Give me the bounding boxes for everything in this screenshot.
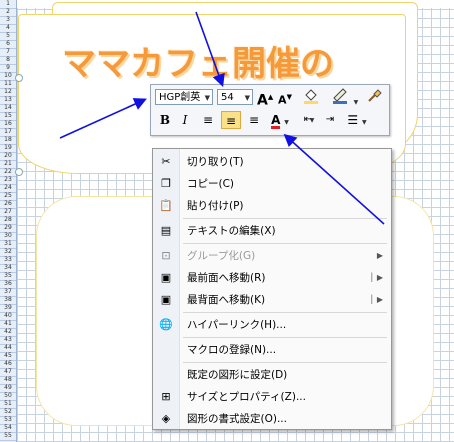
edit-text-icon: ▤ [160, 224, 172, 237]
menu-item-edit-text[interactable]: ▤ テキストの編集(X) [153, 220, 391, 242]
grow-font-button[interactable]: A▲ [257, 88, 273, 109]
chevron-down-icon: ▼ [353, 99, 359, 106]
font-size-dropdown[interactable]: 54 ▼ [217, 89, 253, 105]
fill-color-button[interactable]: ▼ [299, 88, 325, 124]
spreadsheet-canvas: 1 2 3 4 5 6 7 8 9 10 11 12 13 14 15 16 17 18 19 20 21 22 23 24 2… [0, 0, 454, 442]
menu-separator [183, 243, 387, 244]
menu-item-label: 切り取り(T) [187, 156, 244, 168]
font-name-dropdown[interactable]: HGP創英 ▼ [155, 89, 213, 105]
bold-button[interactable]: B [157, 111, 173, 129]
bring-to-front-icon: ▣ [160, 271, 172, 284]
align-left-icon: ≡ [202, 113, 214, 127]
font-color-icon: A [271, 113, 281, 129]
shrink-font-icon: A [278, 93, 287, 107]
line-color-button[interactable]: ▼ [331, 88, 359, 106]
bullets-icon: ☰ [347, 113, 359, 127]
format-painter-button[interactable] [365, 88, 383, 106]
paste-icon: 📋 [159, 199, 173, 212]
send-to-back-icon: ▣ [160, 293, 172, 306]
resize-handle-mid-left[interactable] [15, 74, 23, 82]
menu-item-label: テキストの編集(X) [187, 225, 276, 237]
menu-item-label: ハイパーリンク(H)... [187, 319, 287, 331]
menu-item-label: コピー(C) [187, 178, 235, 190]
font-size-value: 54 [221, 92, 234, 103]
hyperlink-icon: 🌐 [159, 318, 173, 331]
chevron-down-icon: ▼ [284, 119, 289, 126]
menu-item-label: 貼り付け(P) [187, 200, 244, 212]
menu-item-copy[interactable]: ❐ コピー(C) [153, 173, 391, 195]
shape-title-text[interactable]: ママカフェ開催の [62, 36, 334, 85]
menu-item-label: 最背面へ移動(K) [187, 294, 266, 306]
italic-button[interactable]: I [177, 111, 193, 129]
scissors-icon: ✂ [161, 155, 171, 168]
align-center-button[interactable]: ≡ [221, 111, 241, 129]
mini-toolbar: HGP創英 ▼ 54 ▼ A▲ A▼ ▼ ▼ B I ≡ ≡ ≡ A ▼ ⇤ ⇥… [150, 84, 390, 136]
submenu-arrow-icon: │ ▶ [369, 295, 383, 304]
font-name-value: HGP創英 [159, 92, 201, 103]
align-right-button[interactable]: ≡ [245, 111, 263, 129]
menu-item-label: 最前面へ移動(R) [187, 272, 266, 284]
menu-item-label: サイズとプロパティ(Z)... [187, 391, 306, 403]
menu-item-hyperlink[interactable]: 🌐 ハイパーリンク(H)... [153, 314, 391, 336]
font-color-button[interactable]: A ▼ [267, 111, 293, 129]
menu-separator [183, 362, 387, 363]
menu-item-cut[interactable]: ✂ 切り取り(T) [153, 151, 391, 173]
size-properties-icon: ⊞ [161, 390, 171, 403]
menu-item-label: 既定の図形に設定(D) [187, 369, 288, 381]
chevron-down-icon: ▼ [244, 94, 250, 102]
menu-item-format-shape[interactable]: ◈ 図形の書式設定(O)... [153, 408, 391, 430]
decrease-indent-icon: ⇤ [303, 114, 313, 125]
submenu-arrow-icon: ▶ [376, 251, 383, 260]
align-right-icon: ≡ [248, 113, 260, 127]
italic-icon: I [182, 113, 188, 127]
format-painter-icon [368, 89, 382, 102]
menu-item-bring-to-front[interactable]: ▣ 最前面へ移動(R) │ ▶ [153, 267, 391, 289]
shrink-font-button[interactable]: A▼ [277, 88, 293, 107]
grow-font-icon: A [257, 92, 268, 109]
align-left-button[interactable]: ≡ [199, 111, 217, 129]
group-icon: ⊡ [161, 249, 171, 262]
menu-item-label: グループ化(G) [187, 250, 256, 262]
menu-item-paste[interactable]: 📋 貼り付け(P) [153, 195, 391, 217]
menu-separator [183, 312, 387, 313]
paint-bucket-icon [304, 89, 318, 104]
chevron-down-icon: ▼ [204, 94, 210, 102]
menu-item-assign-macro[interactable]: マクロの登録(N)... [153, 339, 391, 361]
row-header: 1 2 3 4 5 6 7 8 9 10 11 12 13 14 15 16 17 18 19 20 21 22 23 24 2… [0, 0, 17, 442]
menu-separator [183, 218, 387, 219]
bold-icon: B [159, 113, 171, 127]
menu-item-size-properties[interactable]: ⊞ サイズとプロパティ(Z)... [153, 386, 391, 408]
align-center-icon: ≡ [225, 114, 237, 128]
row-number[interactable]: 55 [0, 432, 16, 441]
resize-handle-left[interactable] [15, 168, 23, 176]
menu-item-label: 図形の書式設定(O)... [187, 413, 287, 425]
menu-item-label: マクロの登録(N)... [187, 344, 277, 356]
increase-indent-button[interactable]: ⇥ [321, 111, 339, 129]
copy-icon: ❐ [161, 177, 171, 190]
increase-indent-icon: ⇥ [325, 114, 335, 125]
pen-icon [332, 88, 347, 104]
context-menu: ✂ 切り取り(T) ❐ コピー(C) 📋 貼り付け(P) ▤ テキストの編集(X… [152, 148, 392, 430]
menu-item-send-to-back[interactable]: ▣ 最背面へ移動(K) │ ▶ [153, 289, 391, 311]
chevron-down-icon: ▼ [361, 119, 367, 126]
menu-item-group[interactable]: ⊡ グループ化(G) ▶ [153, 245, 391, 267]
bullets-button[interactable]: ☰ ▼ [343, 111, 371, 129]
menu-item-set-default-shape[interactable]: 既定の図形に設定(D) [153, 364, 391, 386]
menu-separator [183, 337, 387, 338]
format-shape-icon: ◈ [161, 412, 171, 425]
decrease-indent-button[interactable]: ⇤ [299, 111, 317, 129]
submenu-arrow-icon: │ ▶ [369, 273, 383, 282]
